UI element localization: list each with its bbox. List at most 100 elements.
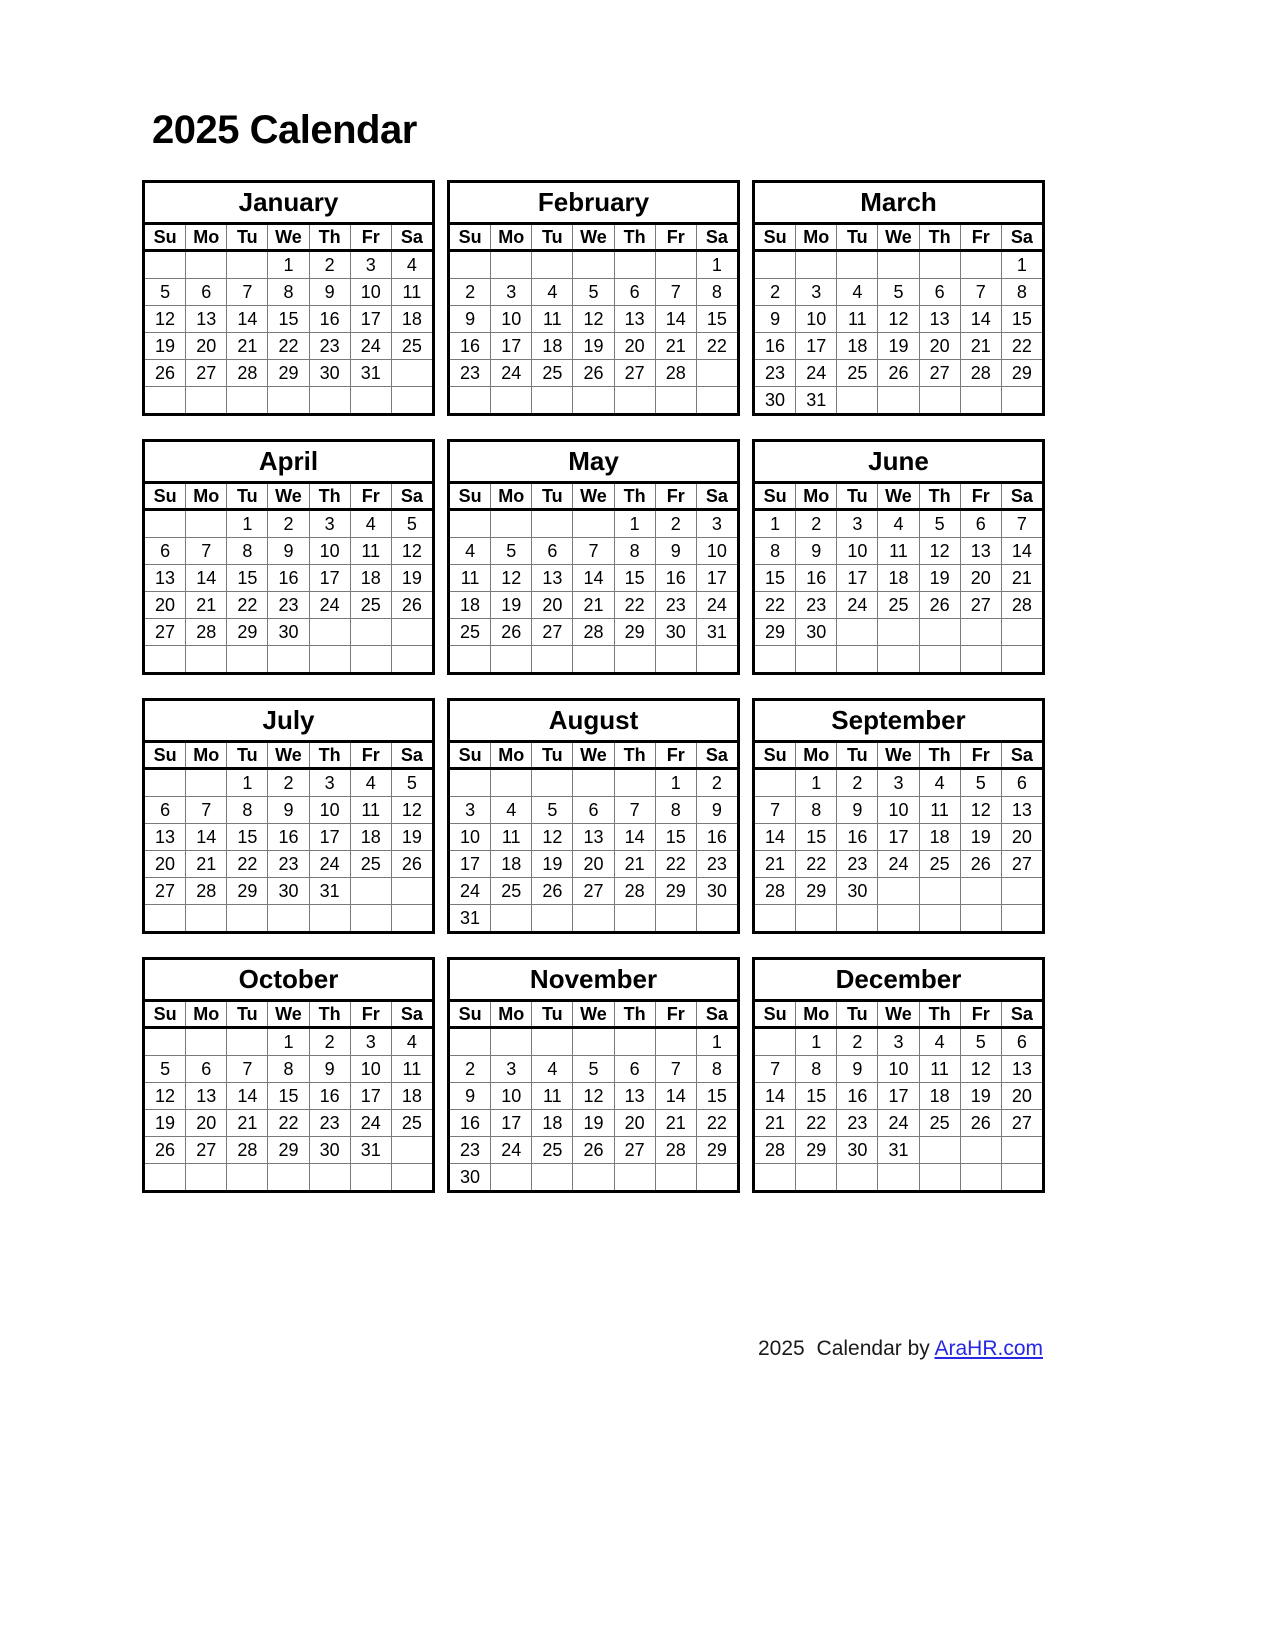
day-cell[interactable]: 9 <box>308 278 351 306</box>
day-cell[interactable]: 19 <box>390 564 432 592</box>
day-cell[interactable]: 7 <box>654 278 697 306</box>
day-cell[interactable]: 14 <box>654 1082 697 1110</box>
day-cell[interactable]: 1 <box>695 250 737 279</box>
day-cell[interactable]: 5 <box>145 278 187 306</box>
day-cell[interactable]: 24 <box>308 850 351 878</box>
day-cell[interactable]: 6 <box>185 278 228 306</box>
day-cell[interactable]: 16 <box>654 564 697 592</box>
day-cell[interactable]: 3 <box>349 250 392 279</box>
day-cell[interactable]: 5 <box>145 1055 187 1083</box>
day-cell[interactable]: 12 <box>959 1055 1002 1083</box>
day-cell[interactable]: 19 <box>145 1109 187 1137</box>
day-cell[interactable]: 3 <box>349 1027 392 1056</box>
day-cell[interactable]: 19 <box>959 1082 1002 1110</box>
day-cell[interactable]: 11 <box>390 278 432 306</box>
day-cell[interactable]: 14 <box>572 564 615 592</box>
day-cell[interactable]: 16 <box>836 823 879 851</box>
day-cell[interactable]: 13 <box>959 537 1002 565</box>
day-cell[interactable]: 24 <box>308 591 351 619</box>
day-cell[interactable]: 30 <box>308 359 351 387</box>
day-cell[interactable]: 22 <box>755 591 797 619</box>
day-cell[interactable]: 27 <box>1000 1109 1042 1137</box>
day-cell[interactable]: 24 <box>490 359 533 387</box>
day-cell[interactable]: 7 <box>572 537 615 565</box>
day-cell[interactable]: 14 <box>1000 537 1042 565</box>
day-cell[interactable]: 15 <box>755 564 797 592</box>
day-cell[interactable]: 22 <box>795 1109 838 1137</box>
day-cell[interactable]: 1 <box>755 509 797 538</box>
day-cell[interactable]: 11 <box>349 796 392 824</box>
day-cell[interactable]: 17 <box>836 564 879 592</box>
day-cell[interactable]: 23 <box>654 591 697 619</box>
day-cell[interactable]: 1 <box>226 509 269 538</box>
day-cell[interactable]: 20 <box>572 850 615 878</box>
day-cell[interactable]: 11 <box>918 1055 961 1083</box>
day-cell[interactable]: 30 <box>267 877 310 905</box>
day-cell[interactable]: 27 <box>959 591 1002 619</box>
day-cell[interactable]: 23 <box>695 850 737 878</box>
day-cell[interactable]: 9 <box>795 537 838 565</box>
day-cell[interactable]: 19 <box>959 823 1002 851</box>
day-cell[interactable]: 26 <box>959 850 1002 878</box>
day-cell[interactable]: 14 <box>226 305 269 333</box>
day-cell[interactable]: 19 <box>390 823 432 851</box>
day-cell[interactable]: 15 <box>226 564 269 592</box>
day-cell[interactable]: 4 <box>531 1055 574 1083</box>
day-cell[interactable]: 9 <box>450 305 492 333</box>
day-cell[interactable]: 28 <box>755 1136 797 1164</box>
day-cell[interactable]: 12 <box>572 1082 615 1110</box>
day-cell[interactable]: 25 <box>349 591 392 619</box>
day-cell[interactable]: 6 <box>572 796 615 824</box>
day-cell[interactable]: 24 <box>349 332 392 360</box>
day-cell[interactable]: 14 <box>654 305 697 333</box>
day-cell[interactable]: 1 <box>795 768 838 797</box>
day-cell[interactable]: 22 <box>267 1109 310 1137</box>
day-cell[interactable]: 27 <box>145 618 187 646</box>
day-cell[interactable]: 25 <box>918 1109 961 1137</box>
day-cell[interactable]: 9 <box>654 537 697 565</box>
day-cell[interactable]: 26 <box>918 591 961 619</box>
day-cell[interactable]: 8 <box>795 1055 838 1083</box>
day-cell[interactable]: 3 <box>490 278 533 306</box>
day-cell[interactable]: 19 <box>877 332 920 360</box>
day-cell[interactable]: 3 <box>490 1055 533 1083</box>
day-cell[interactable]: 1 <box>267 1027 310 1056</box>
day-cell[interactable]: 2 <box>267 768 310 797</box>
day-cell[interactable]: 20 <box>918 332 961 360</box>
day-cell[interactable]: 27 <box>613 359 656 387</box>
day-cell[interactable]: 29 <box>613 618 656 646</box>
day-cell[interactable]: 20 <box>531 591 574 619</box>
day-cell[interactable]: 27 <box>1000 850 1042 878</box>
day-cell[interactable]: 28 <box>226 359 269 387</box>
month-may[interactable]: May Su Mo Tu We Th Fr Sa 1 2 3 4 5 6 7 8 9 10 11 12 13 14 15 16… <box>447 439 740 675</box>
day-cell[interactable]: 8 <box>795 796 838 824</box>
day-cell[interactable]: 25 <box>531 359 574 387</box>
day-cell[interactable]: 22 <box>795 850 838 878</box>
day-cell[interactable]: 21 <box>226 1109 269 1137</box>
month-june[interactable]: June Su Mo Tu We Th Fr Sa 1 2 3 4 5 6 7 8 9 10 11 12 13 14 15 1… <box>752 439 1045 675</box>
day-cell[interactable]: 14 <box>613 823 656 851</box>
day-cell[interactable]: 16 <box>450 1109 492 1137</box>
day-cell[interactable]: 7 <box>185 537 228 565</box>
day-cell[interactable]: 15 <box>695 1082 737 1110</box>
day-cell[interactable]: 13 <box>531 564 574 592</box>
day-cell[interactable]: 22 <box>695 1109 737 1137</box>
day-cell[interactable]: 24 <box>349 1109 392 1137</box>
day-cell[interactable]: 2 <box>450 278 492 306</box>
day-cell[interactable]: 7 <box>654 1055 697 1083</box>
day-cell[interactable]: 15 <box>1000 305 1042 333</box>
day-cell[interactable]: 26 <box>390 591 432 619</box>
day-cell[interactable]: 25 <box>390 332 432 360</box>
day-cell[interactable]: 14 <box>226 1082 269 1110</box>
day-cell[interactable]: 8 <box>226 537 269 565</box>
day-cell[interactable]: 28 <box>1000 591 1042 619</box>
day-cell[interactable]: 28 <box>185 618 228 646</box>
day-cell[interactable]: 4 <box>918 1027 961 1056</box>
month-august[interactable]: August Su Mo Tu We Th Fr Sa 1 2 3 4 5 6 7 8 9 10 11 12 13 14 1… <box>447 698 740 934</box>
day-cell[interactable]: 31 <box>308 877 351 905</box>
day-cell[interactable]: 26 <box>490 618 533 646</box>
day-cell[interactable]: 23 <box>267 591 310 619</box>
day-cell[interactable]: 9 <box>836 1055 879 1083</box>
day-cell[interactable]: 16 <box>836 1082 879 1110</box>
day-cell[interactable]: 14 <box>755 823 797 851</box>
